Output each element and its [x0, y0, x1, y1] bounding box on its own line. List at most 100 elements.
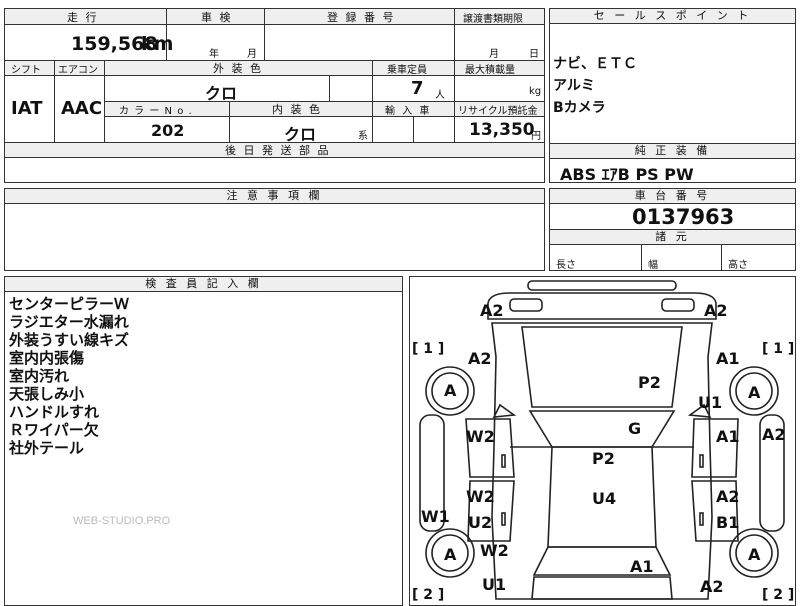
panel-bracket-label: [ 1 ]: [412, 341, 445, 357]
panel-bracket-label: [ 2 ]: [412, 587, 445, 603]
damage-label: A2: [468, 349, 492, 368]
panel-bracket-label: [ 2 ]: [762, 587, 795, 603]
exterior-header-cell: 外 装 色: [105, 61, 373, 76]
mileage-value-cell: 159,568 km: [5, 25, 173, 61]
capacity-value-cell: 7 人: [373, 76, 455, 102]
inspection-year: 年: [209, 49, 219, 60]
exterior-label: 外 装 色: [213, 62, 263, 75]
dimensions-width-cell: 幅: [642, 245, 722, 271]
damage-label: A2: [762, 425, 786, 444]
standard-equipment-header: 純 正 装 備: [550, 144, 795, 159]
import-value-cell-left: [373, 117, 414, 143]
recycle-unit: 円: [531, 131, 541, 142]
shift-value: IAT: [11, 98, 43, 119]
maxload-header-cell: 最大積載量: [455, 61, 544, 76]
capacity-unit: 人: [435, 90, 445, 101]
colorno-value-cell: 202: [105, 117, 230, 143]
damage-label: G: [628, 419, 642, 438]
damage-label: A1: [630, 557, 654, 576]
exterior-value: クロ: [205, 84, 238, 103]
shift-header-cell: シフト: [5, 61, 55, 76]
exterior-value-cell: クロ: [105, 76, 330, 103]
damage-label: U2: [468, 513, 493, 532]
dimensions-length-label: 長さ: [556, 260, 576, 271]
inspector-note: 社外テール: [9, 439, 85, 457]
inspection-label: 車 検: [201, 11, 233, 24]
damage-label: A1: [716, 427, 740, 446]
inspector-note: 室内内張傷: [9, 349, 85, 367]
recycle-value: 13,350: [469, 120, 535, 140]
sales-point-line-3: Bカメラ: [553, 100, 606, 116]
shift-label: シフト: [11, 65, 41, 76]
later-label: 後 日 発 送 部 品: [225, 144, 331, 157]
later-header-cell: 後 日 発 送 部 品: [5, 143, 544, 158]
inspector-note: センターピラーＷ: [9, 295, 130, 313]
registration-header-cell: 登 録 番 号: [265, 9, 455, 25]
inspector-note: ハンドルすれ: [9, 403, 100, 421]
sales-point-line-1: ナビ、ＥＴＣ: [553, 56, 637, 72]
chassis-header: 車 台 番 号: [550, 189, 795, 204]
capacity-label: 乗車定員: [387, 65, 427, 76]
notice-header: 注 意 事 項 欄: [5, 189, 544, 204]
transfer-label: 譲渡書類期限: [463, 14, 523, 25]
aircon-label: エアコン: [58, 65, 98, 76]
interior-suffix: 系: [358, 131, 368, 142]
dimensions-length-cell: 長さ: [550, 245, 642, 271]
maxload-value-cell: kg: [455, 76, 544, 102]
inspector-note: 室内汚れ: [9, 367, 70, 385]
inspector-notes-header: 検 査 員 記 入 欄: [5, 277, 402, 292]
aircon-header-cell: エアコン: [55, 61, 105, 76]
damage-label: A2: [716, 487, 740, 506]
dimensions-height-cell: 高さ: [722, 245, 795, 271]
damage-label: A2: [704, 301, 728, 320]
damage-label: P2: [638, 373, 661, 392]
sales-point-line-2: アルミ: [553, 78, 595, 94]
chassis-value: 0137963: [632, 205, 735, 229]
recycle-label: リサイクル預託金: [458, 106, 538, 117]
damage-label: U1: [698, 393, 723, 412]
interior-label: 内 装 色: [272, 103, 322, 116]
inspector-note: ラジエター水漏れ: [9, 313, 129, 331]
exterior-extra-cell: [330, 76, 373, 102]
wheel-label: A: [444, 381, 457, 400]
sales-point-box: セ ー ル ス ポ イ ン ト ナビ、ＥＴＣ アルミ Bカメラ: [549, 8, 796, 144]
dimensions-width-label: 幅: [648, 260, 658, 271]
damage-label: A2: [700, 577, 724, 596]
import-header-cell: 輸 入 車: [373, 102, 455, 117]
inspector-note: 外装うすい線キズ: [9, 331, 130, 349]
recycle-value-cell: 13,350 円: [455, 117, 544, 143]
notice-box: 注 意 事 項 欄: [4, 188, 545, 271]
colorno-header-cell: カ ラ ー N o .: [105, 102, 230, 117]
interior-header-cell: 内 装 色: [230, 102, 373, 117]
shift-value-cell: IAT: [5, 76, 55, 143]
inspector-note: 天張しみ小: [9, 385, 85, 403]
standard-equipment-box: 純 正 装 備 ABS ｴｱB PS PW: [549, 143, 796, 184]
inspection-value-cell: 年 月: [167, 25, 265, 61]
chassis-box: 車 台 番 号 0137963: [549, 188, 796, 230]
damage-label: B1: [716, 513, 740, 532]
damage-label: U1: [482, 575, 507, 594]
import-value-cell-right: [414, 117, 455, 143]
damage-label: W2: [466, 487, 495, 506]
damage-label: A1: [716, 349, 740, 368]
transfer-header-cell: 譲渡書類期限: [455, 9, 544, 25]
dimensions-header: 諸 元: [550, 230, 795, 245]
mileage-header-cell: 走 行: [5, 9, 167, 25]
colorno-label: カ ラ ー N o .: [119, 106, 193, 117]
damage-label: W2: [466, 427, 495, 446]
wheel-label: A: [748, 383, 761, 402]
import-label: 輸 入 車: [385, 106, 432, 117]
wheel-label: A: [444, 545, 457, 564]
watermark: WEB-STUDIO.PRO: [73, 515, 171, 527]
recycle-header-cell: リサイクル預託金: [455, 102, 544, 117]
colorno-value: 202: [151, 121, 185, 140]
inspector-note: Ｒワイパー欠: [9, 421, 99, 439]
wheel-label: A: [748, 545, 761, 564]
capacity-header-cell: 乗車定員: [373, 61, 455, 76]
damage-label: W1: [421, 507, 450, 526]
maxload-label: 最大積載量: [465, 65, 515, 76]
damage-label: P2: [592, 449, 615, 468]
transfer-month: 月: [489, 49, 499, 60]
damage-label: U4: [592, 489, 617, 508]
vehicle-info-table: 走 行 車 検 登 録 番 号 譲渡書類期限 159,568 km 年 月 月 …: [4, 8, 545, 183]
